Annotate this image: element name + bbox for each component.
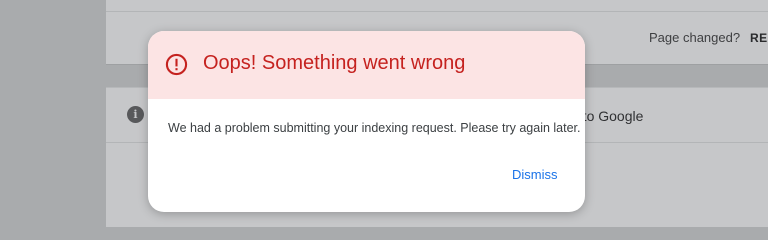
dialog-header: Oops! Something went wrong: [148, 31, 585, 99]
error-icon: [165, 53, 188, 76]
dismiss-button[interactable]: Dismiss: [512, 167, 558, 182]
divider: [106, 11, 768, 12]
page-changed-label: Page changed?: [649, 30, 741, 45]
error-dialog: Oops! Something went wrong We had a prob…: [148, 31, 585, 212]
info-icon[interactable]: i: [127, 106, 144, 123]
dialog-title: Oops! Something went wrong: [203, 52, 466, 74]
dialog-message: We had a problem submitting your indexin…: [168, 121, 581, 135]
request-button[interactable]: REQ: [750, 31, 768, 45]
